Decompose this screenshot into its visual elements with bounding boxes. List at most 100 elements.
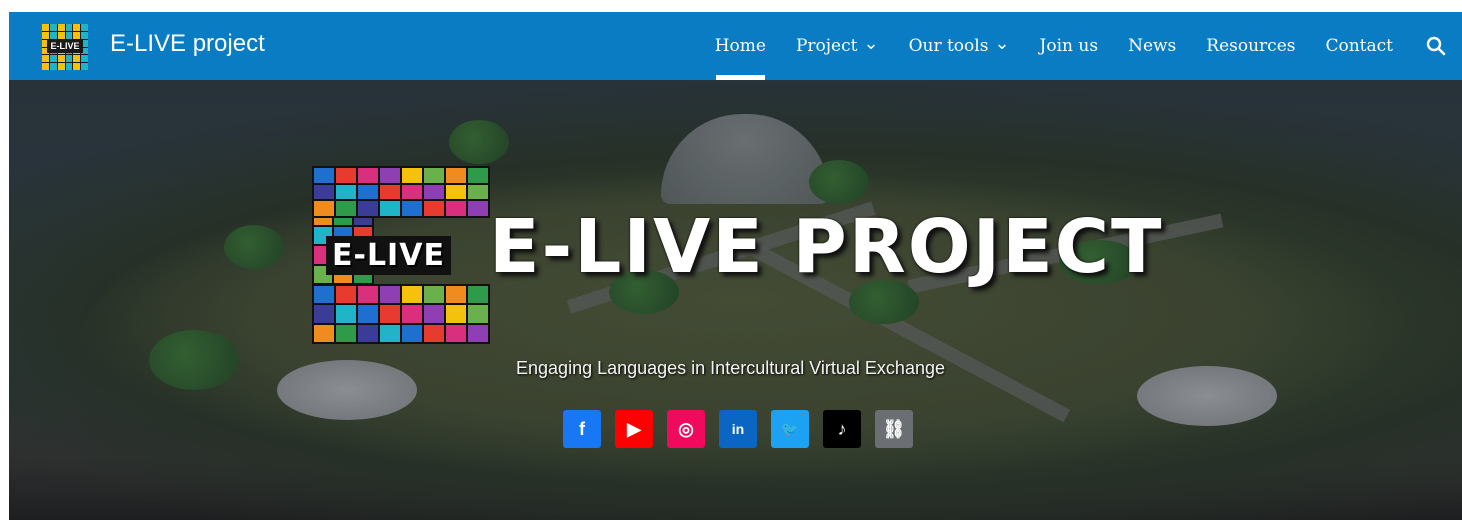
mosaic-tile: [402, 201, 422, 216]
nav-join-us[interactable]: Join us: [1025, 12, 1114, 80]
mosaic-tile: [380, 324, 400, 342]
social-links: f ▶ ◎ in 🐦 ♪ ⛓: [563, 410, 913, 448]
mosaic-tile: [336, 324, 356, 342]
logo-tile: [42, 55, 49, 63]
site-title[interactable]: E-LIVE project: [110, 30, 265, 58]
logo-tile: [81, 24, 88, 31]
mosaic-tile: [468, 305, 488, 323]
logo-tile: [49, 24, 57, 31]
mosaic-tile: [358, 324, 378, 342]
mosaic-tile: [424, 201, 444, 216]
mosaic-tile: [336, 286, 356, 304]
logo-tile: [81, 55, 88, 63]
mosaic-tile: [446, 305, 466, 323]
mosaic-tile: [380, 168, 400, 183]
mosaic-tile: [446, 168, 466, 183]
hero-overlay: [9, 80, 1462, 520]
nav-news[interactable]: News: [1113, 12, 1191, 80]
mosaic-tile: [358, 286, 378, 304]
mosaic-tile: [314, 305, 334, 323]
logo-tile: [65, 24, 73, 31]
mosaic-tile: [468, 184, 488, 200]
mosaic-tile: [380, 184, 400, 200]
mosaic-tile: [468, 168, 488, 183]
mosaic-tile: [424, 305, 444, 323]
mosaic-tile: [424, 286, 444, 304]
youtube-icon[interactable]: ▶: [615, 410, 653, 448]
logo-tile: [81, 31, 88, 39]
logo-mosaic: [312, 284, 490, 344]
mosaic-tile: [446, 324, 466, 342]
mosaic-tile: [402, 168, 422, 183]
logo-tile: [65, 31, 73, 39]
nav-our-tools[interactable]: Our tools ⌄: [894, 12, 1025, 80]
mosaic-tile: [468, 286, 488, 304]
instagram-icon[interactable]: ◎: [667, 410, 705, 448]
mosaic-tile: [424, 168, 444, 183]
page-frame: E-LIVE E-LIVE project Home Project ⌄ Our to…: [9, 12, 1462, 520]
linkedin-icon[interactable]: in: [719, 410, 757, 448]
nav-project[interactable]: Project ⌄: [781, 12, 894, 80]
logo-tile: [42, 63, 49, 70]
logo-tile: [81, 63, 88, 70]
mosaic-tile: [358, 305, 378, 323]
mosaic-tile: [336, 184, 356, 200]
logo-tile: [73, 55, 81, 63]
mosaic-tile: [358, 168, 378, 183]
tiktok-icon[interactable]: ♪: [823, 410, 861, 448]
nav-contact[interactable]: Contact: [1310, 12, 1408, 80]
link-icon[interactable]: ⛓: [875, 410, 913, 448]
nav-resources[interactable]: Resources: [1191, 12, 1310, 80]
nav-label: Contact: [1325, 36, 1393, 56]
hero-title: E-LIVE PROJECT: [489, 204, 1164, 290]
mosaic-tile: [314, 184, 334, 200]
nav-label: Resources: [1206, 36, 1296, 56]
mosaic-tile: [358, 201, 378, 216]
mosaic-tile: [468, 324, 488, 342]
logo-tile: [42, 24, 49, 31]
top-navigation-bar: E-LIVE E-LIVE project Home Project ⌄ Our to…: [9, 12, 1462, 80]
mosaic-tile: [402, 286, 422, 304]
logo-tile: [57, 31, 65, 39]
logo-tile: [42, 31, 49, 39]
logo-label: E-LIVE: [326, 236, 451, 275]
mosaic-tile: [314, 168, 334, 183]
nav-label: Home: [714, 36, 766, 56]
logo-mosaic: [312, 166, 490, 218]
logo-tile: [65, 63, 73, 70]
mosaic-tile: [402, 184, 422, 200]
mosaic-tile: [358, 184, 378, 200]
mosaic-tile: [314, 324, 334, 342]
nav-label: Join us: [1039, 36, 1099, 56]
logo-tile: [57, 55, 65, 63]
mosaic-tile: [446, 286, 466, 304]
mosaic-tile: [468, 201, 488, 216]
mosaic-tile: [402, 305, 422, 323]
mosaic-tile: [402, 324, 422, 342]
nav-home[interactable]: Home: [700, 12, 781, 80]
hero-tagline: Engaging Languages in Intercultural Virt…: [516, 358, 945, 378]
mosaic-tile: [336, 201, 356, 216]
logo-tile: [57, 63, 65, 70]
logo-tile: [73, 63, 81, 70]
mosaic-tile: [314, 286, 334, 304]
site-logo-badge: E-LIVE: [47, 40, 83, 53]
e-live-logo: E-LIVE: [312, 166, 490, 344]
mosaic-tile: [336, 305, 356, 323]
chevron-down-icon: ⌄: [994, 32, 1010, 54]
twitter-icon[interactable]: 🐦: [771, 410, 809, 448]
nav-label: Project: [795, 36, 858, 56]
mosaic-tile: [314, 201, 334, 216]
chevron-down-icon: ⌄: [863, 32, 879, 54]
mosaic-tile: [336, 168, 356, 183]
facebook-icon[interactable]: f: [563, 410, 601, 448]
logo-tile: [57, 24, 65, 31]
main-menu: Home Project ⌄ Our tools ⌄ Join us News Resourc…: [700, 12, 1462, 80]
logo-tile: [49, 31, 57, 39]
logo-tile: [73, 24, 81, 31]
mosaic-tile: [446, 201, 466, 216]
mosaic-tile: [446, 184, 466, 200]
mosaic-tile: [424, 184, 444, 200]
search-icon[interactable]: [1408, 12, 1462, 80]
mosaic-tile: [424, 324, 444, 342]
